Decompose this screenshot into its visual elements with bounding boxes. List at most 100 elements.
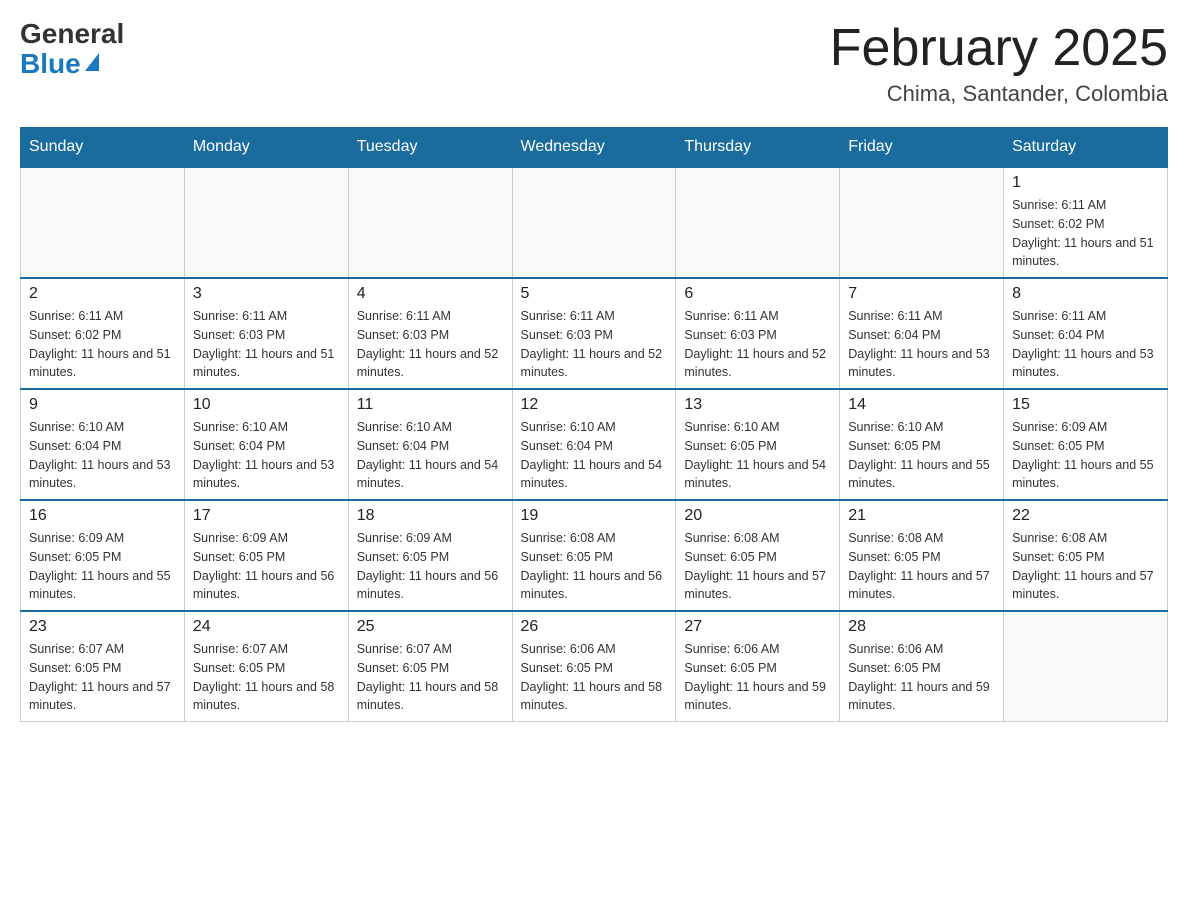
day-number: 19 <box>521 507 668 525</box>
calendar-cell: 10 Sunrise: 6:10 AMSunset: 6:04 PMDayligh… <box>184 389 348 500</box>
day-info: Sunrise: 6:11 AMSunset: 6:02 PMDaylight:… <box>29 307 176 382</box>
day-number: 12 <box>521 396 668 414</box>
calendar-cell: 11 Sunrise: 6:10 AMSunset: 6:04 PMDayligh… <box>348 389 512 500</box>
calendar-cell: 18Sunrise: 6:09 AMSunset: 6:05 PMDayligh… <box>348 500 512 611</box>
day-number: 10 <box>193 396 340 414</box>
calendar-week-row: 23 Sunrise: 6:07 AMSunset: 6:05 PMDayligh… <box>21 611 1168 722</box>
day-number: 20 <box>684 507 831 525</box>
calendar-cell: 3 Sunrise: 6:11 AMSunset: 6:03 PMDaylight… <box>184 278 348 389</box>
calendar-cell <box>512 167 676 278</box>
header-thursday: Thursday <box>676 128 840 168</box>
calendar-cell: 13 Sunrise: 6:10 AMSunset: 6:05 PMDayligh… <box>676 389 840 500</box>
calendar-cell: 16Sunrise: 6:09 AMSunset: 6:05 PMDayligh… <box>21 500 185 611</box>
day-info: Sunrise: 6:11 AMSunset: 6:04 PMDaylight:… <box>848 307 995 382</box>
logo: General Blue <box>20 20 124 80</box>
month-title: February 2025 <box>830 20 1168 77</box>
logo-general-text: General <box>20 20 124 48</box>
calendar-header-row: Sunday Monday Tuesday Wednesday Thursday… <box>21 128 1168 168</box>
day-number: 24 <box>193 618 340 636</box>
day-info: Sunrise: 6:07 AMSunset: 6:05 PMDaylight:… <box>193 640 340 715</box>
calendar-cell: 5 Sunrise: 6:11 AMSunset: 6:03 PMDaylight… <box>512 278 676 389</box>
logo-blue-text: Blue <box>20 48 99 80</box>
day-number: 14 <box>848 396 995 414</box>
day-number: 6 <box>684 285 831 303</box>
calendar-cell: 4 Sunrise: 6:11 AMSunset: 6:03 PMDaylight… <box>348 278 512 389</box>
calendar-week-row: 16 Sunrise: 6:09 AMSunset: 6:05 PMDayligh… <box>21 500 1168 611</box>
calendar-cell: 6 Sunrise: 6:11 AMSunset: 6:03 PMDaylight… <box>676 278 840 389</box>
calendar-cell <box>348 167 512 278</box>
header-friday: Friday <box>840 128 1004 168</box>
calendar-week-row: 2 Sunrise: 6:11 AMSunset: 6:02 PMDaylight… <box>21 278 1168 389</box>
calendar-cell: 15 Sunrise: 6:09 AMSunset: 6:05 PMDayligh… <box>1004 389 1168 500</box>
day-number: 9 <box>29 396 176 414</box>
logo-triangle-icon <box>85 53 99 71</box>
calendar-cell: 25 Sunrise: 6:07 AMSunset: 6:05 PMDayligh… <box>348 611 512 722</box>
header-tuesday: Tuesday <box>348 128 512 168</box>
header-monday: Monday <box>184 128 348 168</box>
calendar-cell: 2 Sunrise: 6:11 AMSunset: 6:02 PMDaylight… <box>21 278 185 389</box>
day-number: 26 <box>521 618 668 636</box>
calendar-cell <box>21 167 185 278</box>
day-number: 13 <box>684 396 831 414</box>
calendar-cell: 9 Sunrise: 6:10 AMSunset: 6:04 PMDaylight… <box>21 389 185 500</box>
day-number: 25 <box>357 618 504 636</box>
calendar-cell: 17 Sunrise: 6:09 AMSunset: 6:05 PMDayligh… <box>184 500 348 611</box>
header-sunday: Sunday <box>21 128 185 168</box>
calendar-cell: 24 Sunrise: 6:07 AMSunset: 6:05 PMDayligh… <box>184 611 348 722</box>
calendar-cell <box>676 167 840 278</box>
day-info: Sunrise: 6:11 AMSunset: 6:03 PMDaylight:… <box>684 307 831 382</box>
day-info: Sunrise: 6:11 AMSunset: 6:04 PMDaylight:… <box>1012 307 1159 382</box>
day-info: Sunrise: 6:10 AMSunset: 6:04 PMDaylight:… <box>29 418 176 493</box>
day-number: 15 <box>1012 396 1159 414</box>
calendar-cell <box>184 167 348 278</box>
day-info: Sunrise: 6:09 AMSunset: 6:05 PMDaylight:… <box>193 529 340 604</box>
day-number: 2 <box>29 285 176 303</box>
day-info: Sunrise: 6:08 AMSunset: 6:05 PMDaylight:… <box>848 529 995 604</box>
calendar-cell: 8 Sunrise: 6:11 AMSunset: 6:04 PMDaylight… <box>1004 278 1168 389</box>
calendar-cell: 26Sunrise: 6:06 AMSunset: 6:05 PMDayligh… <box>512 611 676 722</box>
day-number: 27 <box>684 618 831 636</box>
calendar-cell: 22Sunrise: 6:08 AMSunset: 6:05 PMDayligh… <box>1004 500 1168 611</box>
day-number: 18 <box>357 507 504 525</box>
day-info: Sunrise: 6:11 AMSunset: 6:02 PMDaylight:… <box>1012 196 1159 271</box>
day-info: Sunrise: 6:07 AMSunset: 6:05 PMDaylight:… <box>29 640 176 715</box>
day-info: Sunrise: 6:10 AMSunset: 6:05 PMDaylight:… <box>848 418 995 493</box>
calendar-cell: 12Sunrise: 6:10 AMSunset: 6:04 PMDayligh… <box>512 389 676 500</box>
calendar-cell: 21Sunrise: 6:08 AMSunset: 6:05 PMDayligh… <box>840 500 1004 611</box>
day-info: Sunrise: 6:10 AMSunset: 6:04 PMDaylight:… <box>193 418 340 493</box>
day-number: 5 <box>521 285 668 303</box>
day-info: Sunrise: 6:10 AMSunset: 6:04 PMDaylight:… <box>357 418 504 493</box>
day-info: Sunrise: 6:08 AMSunset: 6:05 PMDaylight:… <box>1012 529 1159 604</box>
day-info: Sunrise: 6:08 AMSunset: 6:05 PMDaylight:… <box>521 529 668 604</box>
day-info: Sunrise: 6:08 AMSunset: 6:05 PMDaylight:… <box>684 529 831 604</box>
day-number: 11 <box>357 396 504 414</box>
day-number: 16 <box>29 507 176 525</box>
calendar-cell: 1Sunrise: 6:11 AMSunset: 6:02 PMDaylight… <box>1004 167 1168 278</box>
day-info: Sunrise: 6:11 AMSunset: 6:03 PMDaylight:… <box>521 307 668 382</box>
calendar-cell <box>840 167 1004 278</box>
header-saturday: Saturday <box>1004 128 1168 168</box>
title-section: February 2025 Chima, Santander, Colombia <box>830 20 1168 107</box>
day-number: 7 <box>848 285 995 303</box>
calendar-cell: 14 Sunrise: 6:10 AMSunset: 6:05 PMDayligh… <box>840 389 1004 500</box>
day-info: Sunrise: 6:09 AMSunset: 6:05 PMDaylight:… <box>1012 418 1159 493</box>
calendar-week-row: 9 Sunrise: 6:10 AMSunset: 6:04 PMDaylight… <box>21 389 1168 500</box>
day-info: Sunrise: 6:11 AMSunset: 6:03 PMDaylight:… <box>357 307 504 382</box>
day-number: 8 <box>1012 285 1159 303</box>
day-number: 17 <box>193 507 340 525</box>
calendar-cell: 27 Sunrise: 6:06 AMSunset: 6:05 PMDayligh… <box>676 611 840 722</box>
day-info: Sunrise: 6:10 AMSunset: 6:05 PMDaylight:… <box>684 418 831 493</box>
calendar-cell: 20 Sunrise: 6:08 AMSunset: 6:05 PMDayligh… <box>676 500 840 611</box>
day-number: 23 <box>29 618 176 636</box>
calendar-week-row: 1Sunrise: 6:11 AMSunset: 6:02 PMDaylight… <box>21 167 1168 278</box>
calendar-cell: 23 Sunrise: 6:07 AMSunset: 6:05 PMDayligh… <box>21 611 185 722</box>
header-wednesday: Wednesday <box>512 128 676 168</box>
calendar-cell: 19 Sunrise: 6:08 AMSunset: 6:05 PMDayligh… <box>512 500 676 611</box>
day-info: Sunrise: 6:06 AMSunset: 6:05 PMDaylight:… <box>848 640 995 715</box>
day-info: Sunrise: 6:11 AMSunset: 6:03 PMDaylight:… <box>193 307 340 382</box>
day-info: Sunrise: 6:07 AMSunset: 6:05 PMDaylight:… <box>357 640 504 715</box>
day-info: Sunrise: 6:06 AMSunset: 6:05 PMDaylight:… <box>684 640 831 715</box>
calendar-cell: 28Sunrise: 6:06 AMSunset: 6:05 PMDayligh… <box>840 611 1004 722</box>
day-number: 4 <box>357 285 504 303</box>
day-number: 3 <box>193 285 340 303</box>
